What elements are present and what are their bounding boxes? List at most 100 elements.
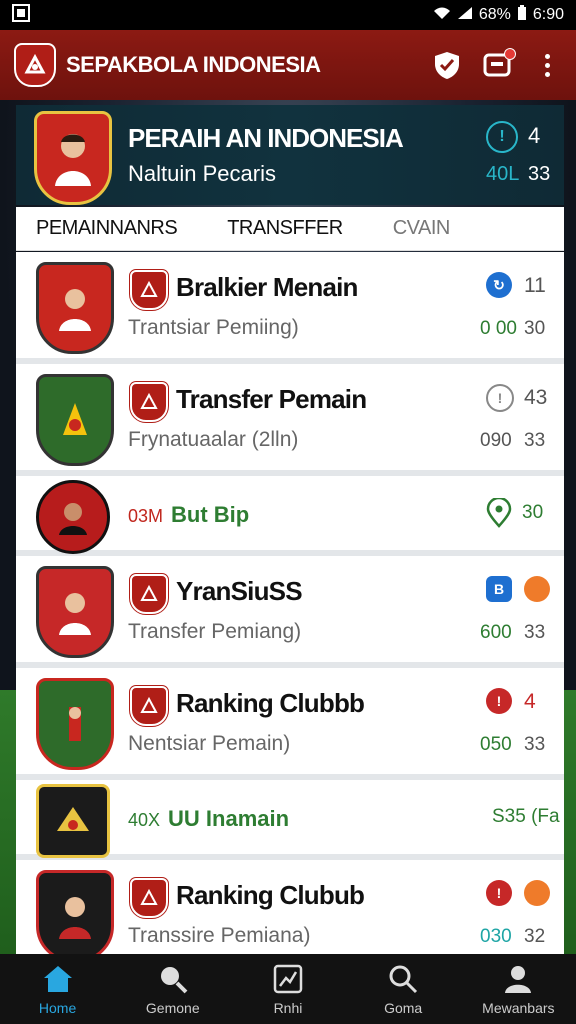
row-stat-b: 30 [524,318,546,339]
person-icon [501,962,535,996]
nav-home[interactable]: Home [3,962,113,1016]
club-crest [36,374,114,466]
row-stat-a: 090 [480,430,512,451]
club-logo-icon [130,686,168,726]
signal-icon [457,6,473,25]
featured-stat-count: 4 [528,123,541,148]
list-item[interactable]: Bralkier Menain Trantsiar Pemiing) ↻ 11 … [16,252,564,364]
player-avatar [34,111,112,205]
wifi-icon [433,6,451,25]
row-stat-a: 600 [480,622,512,643]
inbox-button[interactable] [482,48,516,80]
row-lead: 40X [128,810,161,830]
alert-icon[interactable]: ! [486,880,512,906]
club-logo-icon [130,382,168,422]
location-pin-icon[interactable] [486,496,512,535]
row-main: UU Inamain [168,806,290,831]
nav-games[interactable]: Gemone [118,962,228,1016]
list-item[interactable]: 03M But Bip 30 [16,476,564,556]
search-icon [156,962,190,996]
row-main: But Bip [171,502,250,527]
kebab-icon [544,53,550,77]
tab-club[interactable]: CVAIN [393,217,451,240]
row-stat-b: 33 [524,734,546,755]
tab-transfer[interactable]: TRANSFFER [227,217,343,240]
content-list: Bralkier Menain Trantsiar Pemiing) ↻ 11 … [16,252,564,972]
bottom-navigation: Home Gemone Rnhi Goma Mewanbars [0,954,576,1024]
status-bar: 68% 6:90 [0,0,576,30]
featured-stat-b: 33 [528,163,551,185]
row-count: 4 [524,690,536,713]
row-subtitle: Nentsiar Pemain) [128,732,291,755]
tab-bar: PEMAINNANRS TRANSFFER CVAIN [16,207,564,251]
row-stat-b: 33 [524,622,546,643]
row-stat-a: 050 [480,734,512,755]
featured-stat-a: 40L [486,163,520,185]
clock: 6:90 [532,6,564,23]
featured-title: PERAIH AN INDONESIA [128,123,404,153]
nav-label: Gemone [145,1000,200,1016]
club-crest [36,678,114,770]
info-icon[interactable]: ! [486,384,514,412]
row-headline: 03M But Bip [128,502,249,528]
chart-icon [271,962,305,996]
row-title: Ranking Clubub [176,880,365,910]
list-item[interactable]: Ranking Clubbb Nentsiar Pemain) ! 4 050 … [16,668,564,780]
row-subtitle: Trantsiar Pemiing) [128,316,299,339]
club-logo-icon [130,878,168,918]
nav-label: Goma [384,1000,423,1016]
nav-stats[interactable]: Rnhi [233,962,343,1016]
alert-icon[interactable]: ! [486,688,512,714]
row-count: S35 (Fa [492,806,560,827]
featured-card[interactable]: PERAIH AN INDONESIA Naltuin Pecaris ! 4 … [16,105,564,205]
list-item[interactable]: YranSiuSS Transfer Pemiang) B 600 33 [16,556,564,668]
row-headline: 40X UU Inamain [128,806,289,832]
alert-icon[interactable] [524,576,550,602]
nav-label: Rnhi [273,1000,303,1016]
row-count: 43 [524,386,548,409]
battery-level: 68% [478,6,511,23]
refresh-icon[interactable]: ↻ [486,272,512,298]
app-logo[interactable] [14,43,56,87]
nav-label: Mewanbars [482,1000,555,1016]
player-crest [36,870,114,962]
nav-search[interactable]: Goma [348,962,458,1016]
badge-b-icon[interactable]: B [486,576,512,602]
more-options-button[interactable] [532,50,562,80]
nav-members[interactable]: Mewanbars [463,962,573,1016]
battery-icon [517,4,527,26]
row-stat-b: 32 [524,926,546,947]
row-count: 11 [524,274,546,297]
player-crest [36,480,110,554]
row-lead: 03M [128,506,164,526]
info-icon: ! [486,121,518,153]
row-subtitle: Transsire Pemiana) [128,924,311,947]
row-title: Transfer Pemain [176,384,367,414]
player-crest [36,262,114,354]
shield-check-button[interactable] [432,50,462,80]
row-subtitle: Transfer Pemiang) [128,620,302,643]
notification-badge [504,48,516,60]
notification-icon [12,3,30,27]
featured-subtitle: Naltuin Pecaris [128,161,276,186]
club-logo-icon [130,574,168,614]
app-bar: SEPAKBOLA INDONESIA [0,30,576,100]
search-icon [386,962,420,996]
player-crest [36,566,114,658]
club-crest [36,784,110,858]
row-count: 30 [522,502,544,523]
row-stat-b: 33 [524,430,546,451]
row-stat-a: 0 00 [480,318,517,339]
list-item[interactable]: Transfer Pemain Frynatuaalar (2lln) ! 43… [16,364,564,476]
chevron-down-icon[interactable] [524,880,550,906]
shield-check-icon [435,52,459,79]
row-title: Bralkier Menain [176,272,358,302]
row-stat-a: 030 [480,926,512,947]
club-logo-icon [130,270,168,310]
nav-label: Home [38,1000,77,1016]
tab-players[interactable]: PEMAINNANRS [36,217,178,240]
list-item[interactable]: 40X UU Inamain S35 (Fa [16,780,564,860]
row-title: Ranking Clubbb [176,688,365,718]
row-subtitle: Frynatuaalar (2lln) [128,428,299,451]
home-icon [41,962,75,996]
